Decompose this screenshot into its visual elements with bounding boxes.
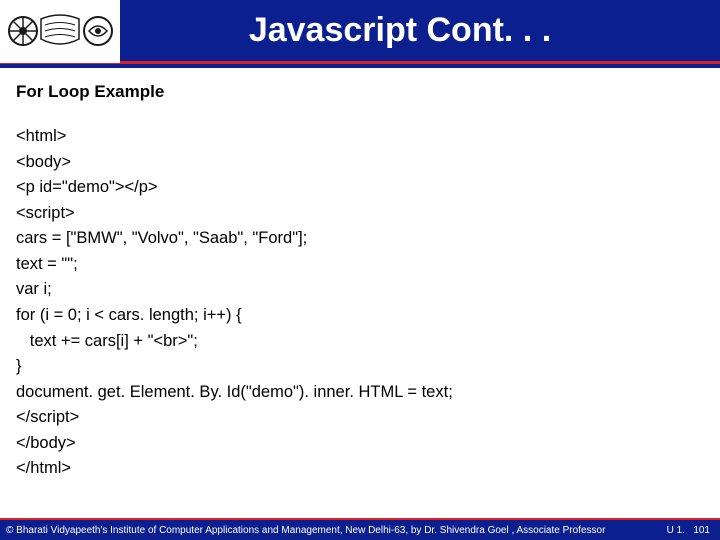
footer-page: 101 <box>693 525 710 536</box>
slide-body: For Loop Example <html> <body> <p id="de… <box>0 64 720 482</box>
footer-copyright: © Bharati Vidyapeeth's Institute of Comp… <box>6 525 667 536</box>
section-heading: For Loop Example <box>16 82 704 102</box>
footer-pager: U 1. 101 <box>667 525 714 536</box>
code-example: <html> <body> <p id="demo"></p> <script>… <box>16 124 704 482</box>
slide-header: Javascript Cont. . . <box>0 0 720 64</box>
slide-footer: © Bharati Vidyapeeth's Institute of Comp… <box>0 518 720 540</box>
slide-title: Javascript Cont. . . <box>120 11 720 50</box>
institute-logo <box>0 0 120 63</box>
footer-unit: U 1. <box>667 525 685 536</box>
